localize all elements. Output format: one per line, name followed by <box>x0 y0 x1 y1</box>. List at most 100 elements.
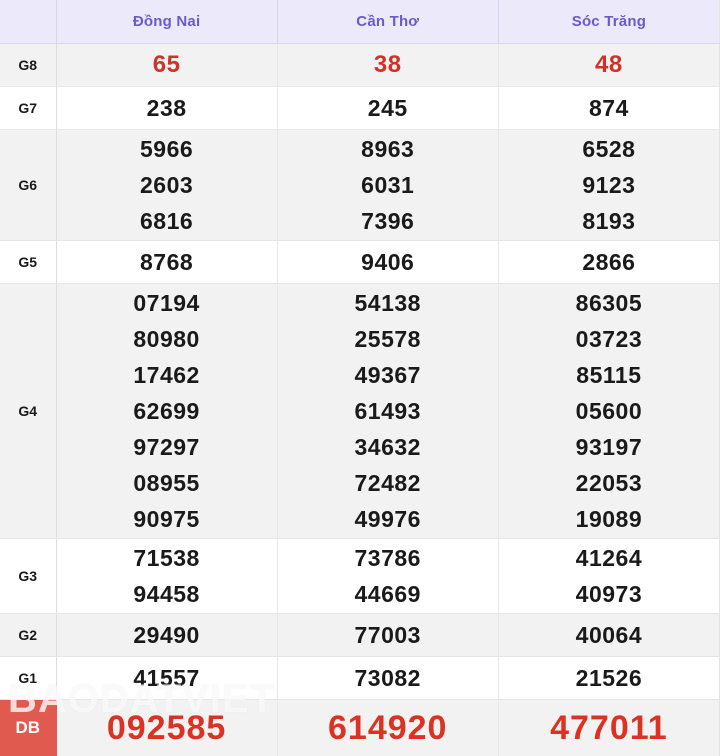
header-row: Đồng Nai Cần Thơ Sóc Trăng <box>0 0 720 43</box>
column-header-province-2: Cần Thơ <box>277 0 498 43</box>
lottery-number: 38 <box>279 47 497 83</box>
prize-numbers-cell: 874 <box>498 86 719 129</box>
table-row: G3715389445873786446694126440973 <box>0 538 720 613</box>
prize-tier-label-g4: G4 <box>0 283 56 538</box>
lottery-number: 41264 <box>500 540 718 576</box>
lottery-number: 2866 <box>500 244 718 280</box>
prize-numbers-cell: 73082 <box>277 656 498 699</box>
lottery-number: 6528 <box>500 131 718 167</box>
lottery-number: 21526 <box>500 660 718 696</box>
lottery-number: 7396 <box>279 203 497 239</box>
lottery-number: 22053 <box>500 465 718 501</box>
table-row: G6596626036816896360317396652891238193 <box>0 129 720 240</box>
prize-tier-label-g8: G8 <box>0 43 56 86</box>
lottery-number: 477011 <box>500 710 718 746</box>
prize-numbers-cell: 596626036816 <box>56 129 277 240</box>
prize-numbers-cell: 4126440973 <box>498 538 719 613</box>
lottery-number: 17462 <box>58 357 276 393</box>
lottery-number: 08955 <box>58 465 276 501</box>
lottery-number: 8193 <box>500 203 718 239</box>
lottery-number: 73786 <box>279 540 497 576</box>
lottery-number: 80980 <box>58 321 276 357</box>
table-row: G1415577308221526 <box>0 656 720 699</box>
lottery-number: 29490 <box>58 617 276 653</box>
table-row: G5876894062866 <box>0 240 720 283</box>
table-row: G8653848 <box>0 43 720 86</box>
lottery-number: 5966 <box>58 131 276 167</box>
prize-numbers-cell: 86305037238511505600931972205319089 <box>498 283 719 538</box>
table-row: G7238245874 <box>0 86 720 129</box>
prize-numbers-cell: 7153894458 <box>56 538 277 613</box>
table-header: Đồng Nai Cần Thơ Sóc Trăng <box>0 0 720 43</box>
prize-numbers-cell: 614920 <box>277 699 498 756</box>
lottery-number: 9406 <box>279 244 497 280</box>
lottery-number: 8963 <box>279 131 497 167</box>
prize-numbers-cell: 9406 <box>277 240 498 283</box>
lottery-number: 25578 <box>279 321 497 357</box>
lottery-number: 245 <box>279 90 497 126</box>
prize-tier-label-g2: G2 <box>0 613 56 656</box>
lottery-number: 93197 <box>500 429 718 465</box>
lottery-number: 86305 <box>500 285 718 321</box>
prize-numbers-cell: 21526 <box>498 656 719 699</box>
prize-numbers-cell: 40064 <box>498 613 719 656</box>
table-row: G407194809801746262699972970895590975541… <box>0 283 720 538</box>
lottery-number: 77003 <box>279 617 497 653</box>
lottery-number: 8768 <box>58 244 276 280</box>
header-corner-cell <box>0 0 56 43</box>
lottery-number: 07194 <box>58 285 276 321</box>
table-body: G8653848G7238245874G65966260368168963603… <box>0 43 720 756</box>
lottery-number: 90975 <box>58 501 276 537</box>
prize-tier-label-g1: G1 <box>0 656 56 699</box>
lottery-number: 44669 <box>279 576 497 612</box>
prize-numbers-cell: 29490 <box>56 613 277 656</box>
lottery-number: 05600 <box>500 393 718 429</box>
table-row: DB092585614920477011 <box>0 699 720 756</box>
prize-numbers-cell: 65 <box>56 43 277 86</box>
lottery-number: 71538 <box>58 540 276 576</box>
prize-tier-label-g7: G7 <box>0 86 56 129</box>
lottery-number: 9123 <box>500 167 718 203</box>
table-row: G2294907700340064 <box>0 613 720 656</box>
prize-numbers-cell: 48 <box>498 43 719 86</box>
prize-numbers-cell: 2866 <box>498 240 719 283</box>
lottery-number: 6816 <box>58 203 276 239</box>
prize-tier-label-g3: G3 <box>0 538 56 613</box>
prize-numbers-cell: 477011 <box>498 699 719 756</box>
lottery-number: 2603 <box>58 167 276 203</box>
lottery-number: 03723 <box>500 321 718 357</box>
prize-numbers-cell: 652891238193 <box>498 129 719 240</box>
prize-numbers-cell: 54138255784936761493346327248249976 <box>277 283 498 538</box>
prize-tier-label-g6: G6 <box>0 129 56 240</box>
prize-tier-label-g5: G5 <box>0 240 56 283</box>
lottery-number: 34632 <box>279 429 497 465</box>
lottery-number: 49367 <box>279 357 497 393</box>
column-header-province-1: Đồng Nai <box>56 0 277 43</box>
lottery-number: 94458 <box>58 576 276 612</box>
prize-tier-label-db: DB <box>0 699 56 756</box>
lottery-results-table: Đồng Nai Cần Thơ Sóc Trăng G8653848G7238… <box>0 0 720 756</box>
lottery-number: 85115 <box>500 357 718 393</box>
lottery-number: 97297 <box>58 429 276 465</box>
lottery-number: 54138 <box>279 285 497 321</box>
lottery-number: 73082 <box>279 660 497 696</box>
lottery-number: 238 <box>58 90 276 126</box>
prize-numbers-cell: 7378644669 <box>277 538 498 613</box>
lottery-number: 65 <box>58 47 276 83</box>
prize-numbers-cell: 896360317396 <box>277 129 498 240</box>
lottery-number: 72482 <box>279 465 497 501</box>
lottery-number: 874 <box>500 90 718 126</box>
lottery-number: 19089 <box>500 501 718 537</box>
prize-numbers-cell: 41557 <box>56 656 277 699</box>
prize-numbers-cell: 38 <box>277 43 498 86</box>
prize-numbers-cell: 77003 <box>277 613 498 656</box>
prize-numbers-cell: 245 <box>277 86 498 129</box>
lottery-number: 48 <box>500 47 718 83</box>
column-header-province-3: Sóc Trăng <box>498 0 719 43</box>
lottery-number: 092585 <box>58 710 276 746</box>
lottery-number: 61493 <box>279 393 497 429</box>
lottery-number: 62699 <box>58 393 276 429</box>
prize-numbers-cell: 092585 <box>56 699 277 756</box>
lottery-number: 40064 <box>500 617 718 653</box>
lottery-number: 614920 <box>279 710 497 746</box>
